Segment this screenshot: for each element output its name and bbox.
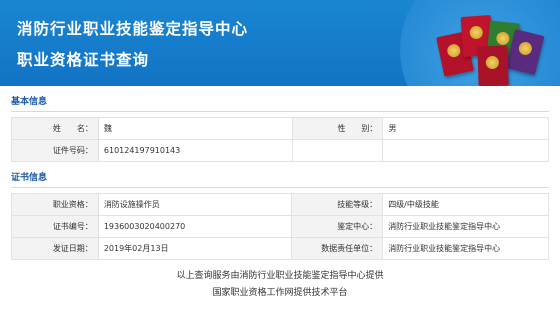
gender-value: 男 xyxy=(382,117,549,140)
cert-number-value: 1936003020400270 xyxy=(97,215,293,238)
certificate-book-icon xyxy=(477,45,509,86)
cert-info-section: 证书信息 职业资格： 消防设施操作员 技能等级： 四级/中级技能 证书编号： 1… xyxy=(0,168,560,260)
skill-level-value: 四级/中级技能 xyxy=(382,193,549,216)
certificate-books-image xyxy=(436,6,550,86)
table-row: 证件号码： 610124197910143 xyxy=(11,139,549,162)
appraisal-center-value: 消防行业职业技能鉴定指导中心 xyxy=(382,215,549,238)
cert-number-label: 证书编号： xyxy=(11,215,99,238)
header-subtitle: 职业资格证书查询 xyxy=(17,51,150,69)
name-label: 姓 名： xyxy=(11,117,99,140)
footer-service-text: 以上查询服务由消防行业职业技能鉴定指导中心提供 xyxy=(176,271,384,281)
page-footer: 以上查询服务由消防行业职业技能鉴定指导中心提供 国家职业资格工作网提供技术平台 xyxy=(0,268,560,302)
cert-info-title: 证书信息 xyxy=(11,168,549,188)
skill-level-label: 技能等级： xyxy=(291,193,384,216)
data-unit-value: 消防行业职业技能鉴定指导中心 xyxy=(382,237,549,260)
cert-info-table: 职业资格： 消防设施操作员 技能等级： 四级/中级技能 证书编号： 193600… xyxy=(11,193,549,260)
data-unit-label: 数据责任单位： xyxy=(291,237,384,260)
basic-info-title: 基本信息 xyxy=(11,92,549,112)
qualification-value: 消防设施操作员 xyxy=(97,193,293,216)
gender-label: 性 别： xyxy=(291,117,384,140)
qualification-label: 职业资格： xyxy=(11,193,99,216)
name-value: 魏 xyxy=(97,117,293,140)
basic-info-section: 基本信息 姓 名： 魏 性 别： 男 证件号码： 610124197910143 xyxy=(0,92,560,162)
id-number-label: 证件号码： xyxy=(11,139,99,162)
appraisal-center-label: 鉴定中心： xyxy=(291,215,384,238)
footer-platform-text: 国家职业资格工作网提供技术平台 xyxy=(212,288,348,298)
basic-info-table: 姓 名： 魏 性 别： 男 证件号码： 610124197910143 xyxy=(11,117,549,162)
table-row: 发证日期： 2019年02月13日 数据责任单位： 消防行业职业技能鉴定指导中心 xyxy=(11,237,549,260)
empty-cell xyxy=(382,139,549,162)
page-header: 消防行业职业技能鉴定指导中心 职业资格证书查询 xyxy=(0,0,560,86)
empty-cell xyxy=(291,139,384,162)
table-row: 证书编号： 1936003020400270 鉴定中心： 消防行业职业技能鉴定指… xyxy=(11,215,549,238)
table-row: 职业资格： 消防设施操作员 技能等级： 四级/中级技能 xyxy=(11,193,549,216)
issue-date-label: 发证日期： xyxy=(11,237,99,260)
issue-date-value: 2019年02月13日 xyxy=(97,237,293,260)
header-title: 消防行业职业技能鉴定指导中心 xyxy=(17,20,249,38)
id-number-value: 610124197910143 xyxy=(97,139,293,162)
table-row: 姓 名： 魏 性 别： 男 xyxy=(11,117,549,140)
